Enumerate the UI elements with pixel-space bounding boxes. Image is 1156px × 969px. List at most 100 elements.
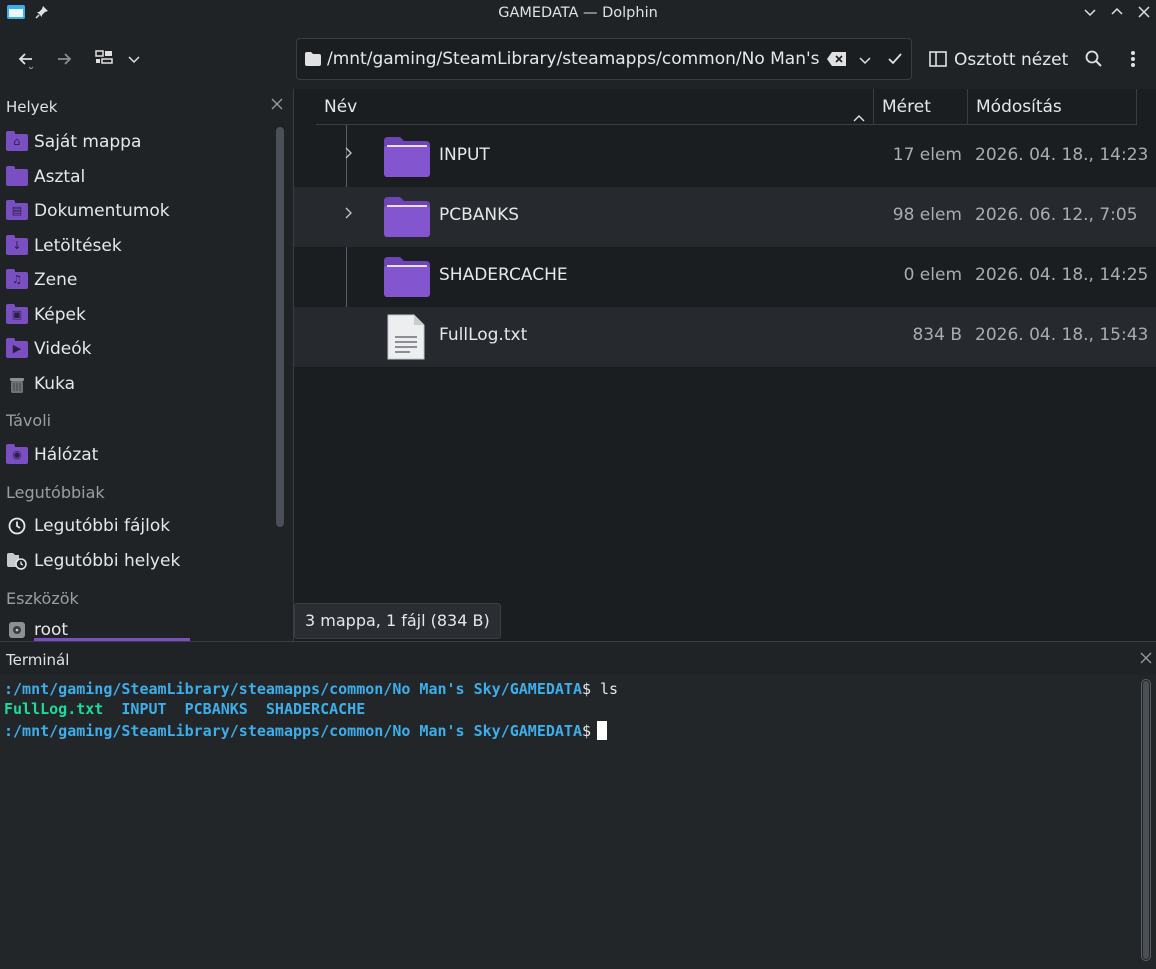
column-header-modified[interactable]: Módosítás — [968, 89, 1137, 125]
back-button[interactable] — [10, 43, 42, 75]
file-size: 98 elem — [892, 205, 962, 225]
terminal-panel[interactable]: :/mnt/gaming/SteamLibrary/steamapps/comm… — [0, 675, 1156, 969]
places-panel: Helyek ⌂ Saját mappa Asztal ▤ Dokumentum… — [0, 89, 294, 641]
network-folder-icon: ◉ — [6, 443, 28, 464]
trash-icon — [6, 375, 28, 393]
places-item-label: Zene — [34, 270, 78, 290]
toolbar: /mnt/gaming/SteamLibrary/steamapps/commo… — [0, 29, 1156, 90]
file-name: FullLog.txt — [439, 325, 528, 345]
column-header-size[interactable]: Méret — [874, 89, 968, 125]
places-item-recent-places[interactable]: Legutóbbi helyek — [0, 544, 268, 578]
places-item-home[interactable]: ⌂ Saját mappa — [0, 125, 268, 159]
file-row-input[interactable]: INPUT 17 elem 2026. 04. 18., 14:23 — [294, 127, 1156, 187]
desktop-folder-icon — [6, 165, 28, 186]
search-icon[interactable] — [1078, 43, 1110, 75]
videos-folder-icon: ▶ — [6, 337, 28, 358]
ls-entry-dir: PCBANKS — [184, 700, 248, 718]
window-title: GAMEDATA — Dolphin — [498, 5, 658, 21]
places-item-root[interactable]: root — [0, 613, 268, 641]
expand-chevron-icon[interactable] — [344, 147, 354, 163]
expand-chevron-icon[interactable] — [344, 207, 354, 223]
places-item-documents[interactable]: ▤ Dokumentumok — [0, 194, 268, 228]
column-header-name[interactable]: Név — [316, 89, 874, 125]
downloads-folder-icon: ↓ — [6, 234, 28, 255]
split-view-icon[interactable] — [922, 43, 954, 75]
location-history-dropdown-icon[interactable] — [858, 52, 872, 71]
places-item-label: Kuka — [34, 374, 76, 394]
location-bar[interactable]: /mnt/gaming/SteamLibrary/steamapps/commo… — [296, 38, 912, 80]
split-view-button[interactable]: Osztott nézet — [954, 50, 1068, 70]
file-modified: 2026. 04. 18., 14:23 — [975, 145, 1149, 165]
view-mode-dropdown-icon[interactable] — [118, 43, 150, 75]
close-terminal-icon[interactable] — [1140, 649, 1152, 668]
forward-button[interactable] — [48, 43, 80, 75]
folder-icon — [384, 137, 430, 177]
ls-entry-file: FullLog.txt — [4, 700, 104, 718]
places-item-pictures[interactable]: ▣ Képek — [0, 298, 268, 332]
view-mode-icon[interactable] — [88, 43, 120, 75]
ls-entry-dir: INPUT — [121, 700, 167, 718]
file-row-pcbanks[interactable]: PCBANKS 98 elem 2026. 06. 12., 7:05 — [294, 187, 1156, 247]
drive-icon — [6, 621, 28, 639]
file-row-fulllog[interactable]: FullLog.txt 834 B 2026. 04. 18., 15:43 — [294, 307, 1156, 367]
maximize-button[interactable] — [1107, 4, 1127, 24]
menu-icon[interactable] — [1117, 43, 1149, 75]
text-file-icon — [386, 313, 426, 365]
places-item-label: Dokumentumok — [34, 201, 170, 221]
recent-places-icon — [6, 552, 28, 570]
file-modified: 2026. 04. 18., 14:25 — [975, 265, 1149, 285]
terminal-command: ls — [591, 680, 619, 698]
folder-icon — [305, 51, 321, 70]
home-folder-icon: ⌂ — [6, 130, 28, 151]
places-item-label: Saját mappa — [34, 132, 142, 152]
terminal-prompt-path: :/mnt/gaming/SteamLibrary/steamapps/comm… — [4, 680, 582, 698]
file-modified: 2026. 06. 12., 7:05 — [975, 205, 1138, 225]
music-folder-icon: ♫ — [6, 268, 28, 289]
places-item-label: Képek — [34, 305, 86, 325]
places-scrollbar[interactable] — [276, 127, 284, 527]
file-modified: 2026. 04. 18., 15:43 — [975, 325, 1149, 345]
places-item-desktop[interactable]: Asztal — [0, 160, 268, 194]
places-item-label: Videók — [34, 339, 92, 359]
file-row-shadercache[interactable]: SHADERCACHE 0 elem 2026. 04. 18., 14:25 — [294, 247, 1156, 307]
places-header: Helyek — [6, 98, 58, 116]
places-item-label: root — [34, 620, 69, 640]
clear-location-icon[interactable] — [827, 51, 847, 71]
file-name: PCBANKS — [439, 205, 520, 225]
terminal-prompt-symbol: $ — [581, 680, 591, 698]
ls-entry-dir: SHADERCACHE — [265, 700, 366, 718]
confirm-location-icon[interactable] — [887, 51, 903, 71]
column-header-name-label: Név — [324, 97, 358, 117]
places-item-downloads[interactable]: ↓ Letöltések — [0, 229, 268, 263]
file-size: 17 elem — [892, 145, 962, 165]
recent-files-icon — [6, 517, 28, 535]
minimize-button[interactable] — [1080, 4, 1100, 24]
terminal-prompt-symbol: $ — [581, 722, 591, 740]
terminal-scrollbar-thumb[interactable] — [1143, 681, 1149, 959]
places-item-recent-files[interactable]: Legutóbbi fájlok — [0, 509, 268, 543]
terminal-cursor — [597, 721, 607, 740]
folder-icon — [384, 257, 430, 297]
places-item-network[interactable]: ◉ Hálózat — [0, 438, 268, 472]
places-item-label: Hálózat — [34, 445, 99, 465]
places-item-music[interactable]: ♫ Zene — [0, 263, 268, 297]
places-item-label: Letöltések — [34, 236, 122, 256]
pictures-folder-icon: ▣ — [6, 303, 28, 324]
places-item-label: Legutóbbi fájlok — [34, 516, 171, 536]
terminal-line: FullLog.txt INPUT PCBANKS SHADERCACHE — [4, 700, 365, 718]
terminal-title: Terminál — [6, 651, 70, 669]
places-item-trash[interactable]: Kuka — [0, 367, 268, 401]
close-panel-icon[interactable] — [271, 95, 283, 114]
location-path-input[interactable]: /mnt/gaming/SteamLibrary/steamapps/commo… — [327, 49, 821, 69]
terminal-scrollbar[interactable] — [1141, 679, 1151, 961]
terminal-prompt-path: :/mnt/gaming/SteamLibrary/steamapps/comm… — [4, 722, 582, 740]
places-item-label: Legutóbbi helyek — [34, 551, 181, 571]
close-window-button[interactable] — [1134, 4, 1154, 24]
places-item-videos[interactable]: ▶ Videók — [0, 332, 268, 366]
folder-icon — [384, 197, 430, 237]
places-item-label: Asztal — [34, 167, 86, 187]
terminal-line: :/mnt/gaming/SteamLibrary/steamapps/comm… — [4, 721, 607, 740]
documents-folder-icon: ▤ — [6, 199, 28, 220]
status-bar: 3 mappa, 1 fájl (834 B) — [294, 603, 501, 639]
file-name: INPUT — [439, 145, 490, 165]
